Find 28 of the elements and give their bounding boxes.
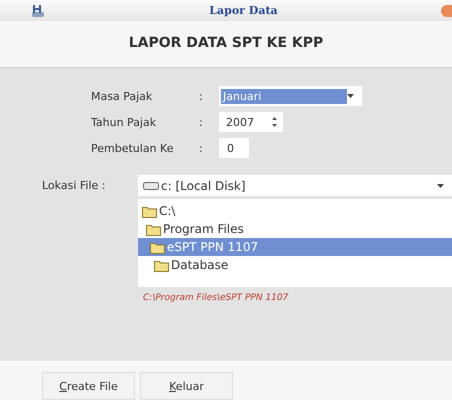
field-label: Pembetulan Ke [91, 142, 174, 155]
colon-separator: : [199, 142, 204, 155]
field-label: Masa Pajak [91, 90, 154, 103]
window-title: Lapor Data [208, 4, 279, 18]
folder-icon [142, 204, 158, 218]
folder-icon [150, 240, 166, 254]
dialog-heading: LAPOR DATA SPT KE KPP [128, 34, 324, 54]
exit-button[interactable]: Keluar [140, 372, 233, 400]
drive-icon [143, 180, 159, 191]
correction-field[interactable]: 0 [219, 138, 249, 158]
folder-item[interactable]: Program Files [138, 220, 452, 238]
close-button[interactable] [441, 4, 452, 17]
caret-icon [437, 184, 444, 188]
location-label: Lokasi File : [42, 178, 106, 194]
caret-icon [347, 94, 354, 98]
colon-separator: : [199, 90, 204, 103]
selected-path: C:\Program Files\eSPT PPN 1107 [142, 292, 290, 304]
field-label: Tahun Pajak [91, 116, 158, 129]
create-file-button[interactable]: Create File [42, 372, 135, 400]
folder-item[interactable]: Database [138, 256, 452, 274]
folder-item[interactable]: C:\ [138, 202, 452, 220]
drive-dropdown[interactable]: c: [Local Disk] [138, 175, 452, 196]
app-icon [30, 2, 46, 19]
colon-separator: : [199, 116, 204, 129]
folder-icon [146, 222, 162, 236]
folder-icon [154, 258, 170, 272]
spinner-arrows-icon [272, 116, 277, 128]
year-spinner[interactable]: 2007 [219, 112, 283, 132]
